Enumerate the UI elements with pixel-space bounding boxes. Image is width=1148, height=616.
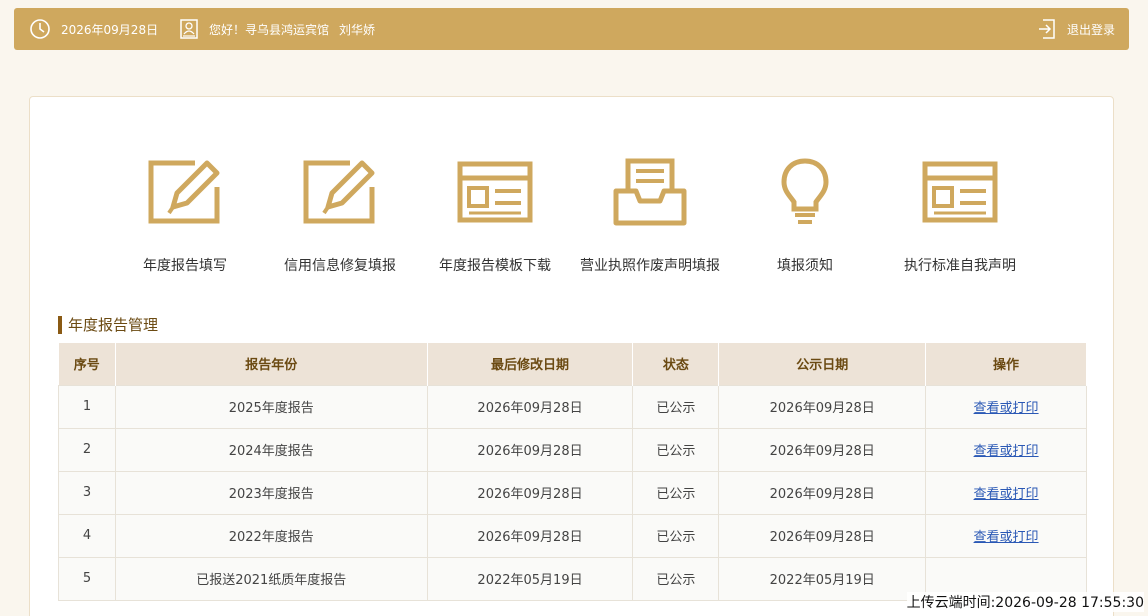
user-badge-icon <box>179 18 199 40</box>
view-print-link[interactable]: 查看或打印 <box>974 444 1039 459</box>
edit-icon <box>260 157 420 237</box>
cell-publish-date: 2026年09月28日 <box>718 513 927 558</box>
upload-timestamp: 上传云端时间:2026-09-28 17:55:30 <box>906 592 1144 612</box>
logout-button[interactable]: 退出登录 <box>1037 8 1115 50</box>
cell-index: 3 <box>58 470 116 515</box>
tile-label: 填报须知 <box>777 258 833 274</box>
col-header-index: 序号 <box>58 343 116 385</box>
cell-last-modified: 2026年09月28日 <box>426 427 634 472</box>
cell-last-modified: 2026年09月28日 <box>426 513 634 558</box>
current-date: 2026年09月28日 <box>61 22 159 37</box>
tile-template-download[interactable]: 年度报告模板下载 <box>415 157 575 275</box>
cell-action: 查看或打印 <box>925 470 1087 515</box>
quick-actions: 年度报告填写 信用信息修复填报 年度报告模板下载 营业执照作废声明填报 填报须知 <box>30 97 1113 297</box>
tile-label: 营业执照作废声明填报 <box>580 258 720 274</box>
cell-index: 5 <box>58 556 116 601</box>
tile-license-void-declaration[interactable]: 营业执照作废声明填报 <box>570 157 730 275</box>
cell-last-modified: 2026年09月28日 <box>426 384 634 429</box>
cell-action: 查看或打印 <box>925 513 1087 558</box>
cell-index: 2 <box>58 427 116 472</box>
cell-publish-date: 2026年09月28日 <box>718 470 927 515</box>
table-row: 2 2024年度报告 2026年09月28日 已公示 2026年09月28日 查… <box>58 427 1087 472</box>
view-print-link[interactable]: 查看或打印 <box>974 401 1039 416</box>
user-info: 您好！寻乌县鸿运宾馆 刘华娇 <box>179 8 375 50</box>
table-row: 4 2022年度报告 2026年09月28日 已公示 2026年09月28日 查… <box>58 513 1087 558</box>
cell-publish-date: 2026年09月28日 <box>718 384 927 429</box>
cell-status: 已公示 <box>632 470 720 515</box>
tile-label: 年度报告模板下载 <box>439 258 551 274</box>
cell-status: 已公示 <box>632 384 720 429</box>
template-icon <box>415 157 575 237</box>
cell-last-modified: 2022年05月19日 <box>426 556 634 601</box>
logout-label: 退出登录 <box>1066 22 1115 37</box>
cell-report-year: 2025年度报告 <box>114 384 428 429</box>
cell-report-year: 已报送2021纸质年度报告 <box>114 556 428 601</box>
cell-index: 1 <box>58 384 116 429</box>
edit-icon <box>105 157 265 237</box>
tile-filing-notice[interactable]: 填报须知 <box>725 157 885 275</box>
cell-report-year: 2024年度报告 <box>114 427 428 472</box>
greeting-text: 您好！寻乌县鸿运宾馆 <box>209 22 330 37</box>
logout-icon <box>1037 18 1057 40</box>
tile-credit-repair[interactable]: 信用信息修复填报 <box>260 157 420 275</box>
col-header-publish-date: 公示日期 <box>718 343 927 385</box>
col-header-last-modified: 最后修改日期 <box>427 343 634 385</box>
col-header-status: 状态 <box>632 343 720 385</box>
annual-report-table: 序号 报告年份 最后修改日期 状态 公示日期 操作 1 2025年度报告 202… <box>58 343 1087 601</box>
tile-label: 年度报告填写 <box>143 258 227 274</box>
tile-label: 执行标准自我声明 <box>904 258 1016 274</box>
date-display: 2026年09月28日 <box>29 8 158 50</box>
col-header-action: 操作 <box>925 343 1087 385</box>
cell-report-year: 2022年度报告 <box>114 513 428 558</box>
view-print-link[interactable]: 查看或打印 <box>974 487 1039 502</box>
view-print-link[interactable]: 查看或打印 <box>974 530 1039 545</box>
cell-report-year: 2023年度报告 <box>114 470 428 515</box>
section-title: 年度报告管理 <box>58 316 158 334</box>
cell-index: 4 <box>58 513 116 558</box>
template-icon <box>880 157 1040 237</box>
cell-publish-date: 2022年05月19日 <box>718 556 927 601</box>
username-text: 刘华娇 <box>339 22 376 37</box>
tile-standard-declaration[interactable]: 执行标准自我声明 <box>880 157 1040 275</box>
cell-status: 已公示 <box>632 556 720 601</box>
table-header-row: 序号 报告年份 最后修改日期 状态 公示日期 操作 <box>58 343 1087 385</box>
inbox-icon <box>570 157 730 237</box>
cell-status: 已公示 <box>632 427 720 472</box>
clock-icon <box>29 18 51 40</box>
top-bar: 2026年09月28日 您好！寻乌县鸿运宾馆 刘华娇 退出登录 <box>14 8 1129 50</box>
cell-publish-date: 2026年09月28日 <box>718 427 927 472</box>
cell-status: 已公示 <box>632 513 720 558</box>
tile-label: 信用信息修复填报 <box>284 258 396 274</box>
cell-last-modified: 2026年09月28日 <box>426 470 634 515</box>
main-card: 年度报告填写 信用信息修复填报 年度报告模板下载 营业执照作废声明填报 填报须知 <box>29 96 1114 616</box>
cell-action: 查看或打印 <box>925 384 1087 429</box>
col-header-report-year: 报告年份 <box>115 343 428 385</box>
lightbulb-icon <box>725 157 885 237</box>
cell-action: 查看或打印 <box>925 427 1087 472</box>
table-row: 1 2025年度报告 2026年09月28日 已公示 2026年09月28日 查… <box>58 384 1087 429</box>
table-row: 3 2023年度报告 2026年09月28日 已公示 2026年09月28日 查… <box>58 470 1087 515</box>
tile-annual-report-fill[interactable]: 年度报告填写 <box>105 157 265 275</box>
